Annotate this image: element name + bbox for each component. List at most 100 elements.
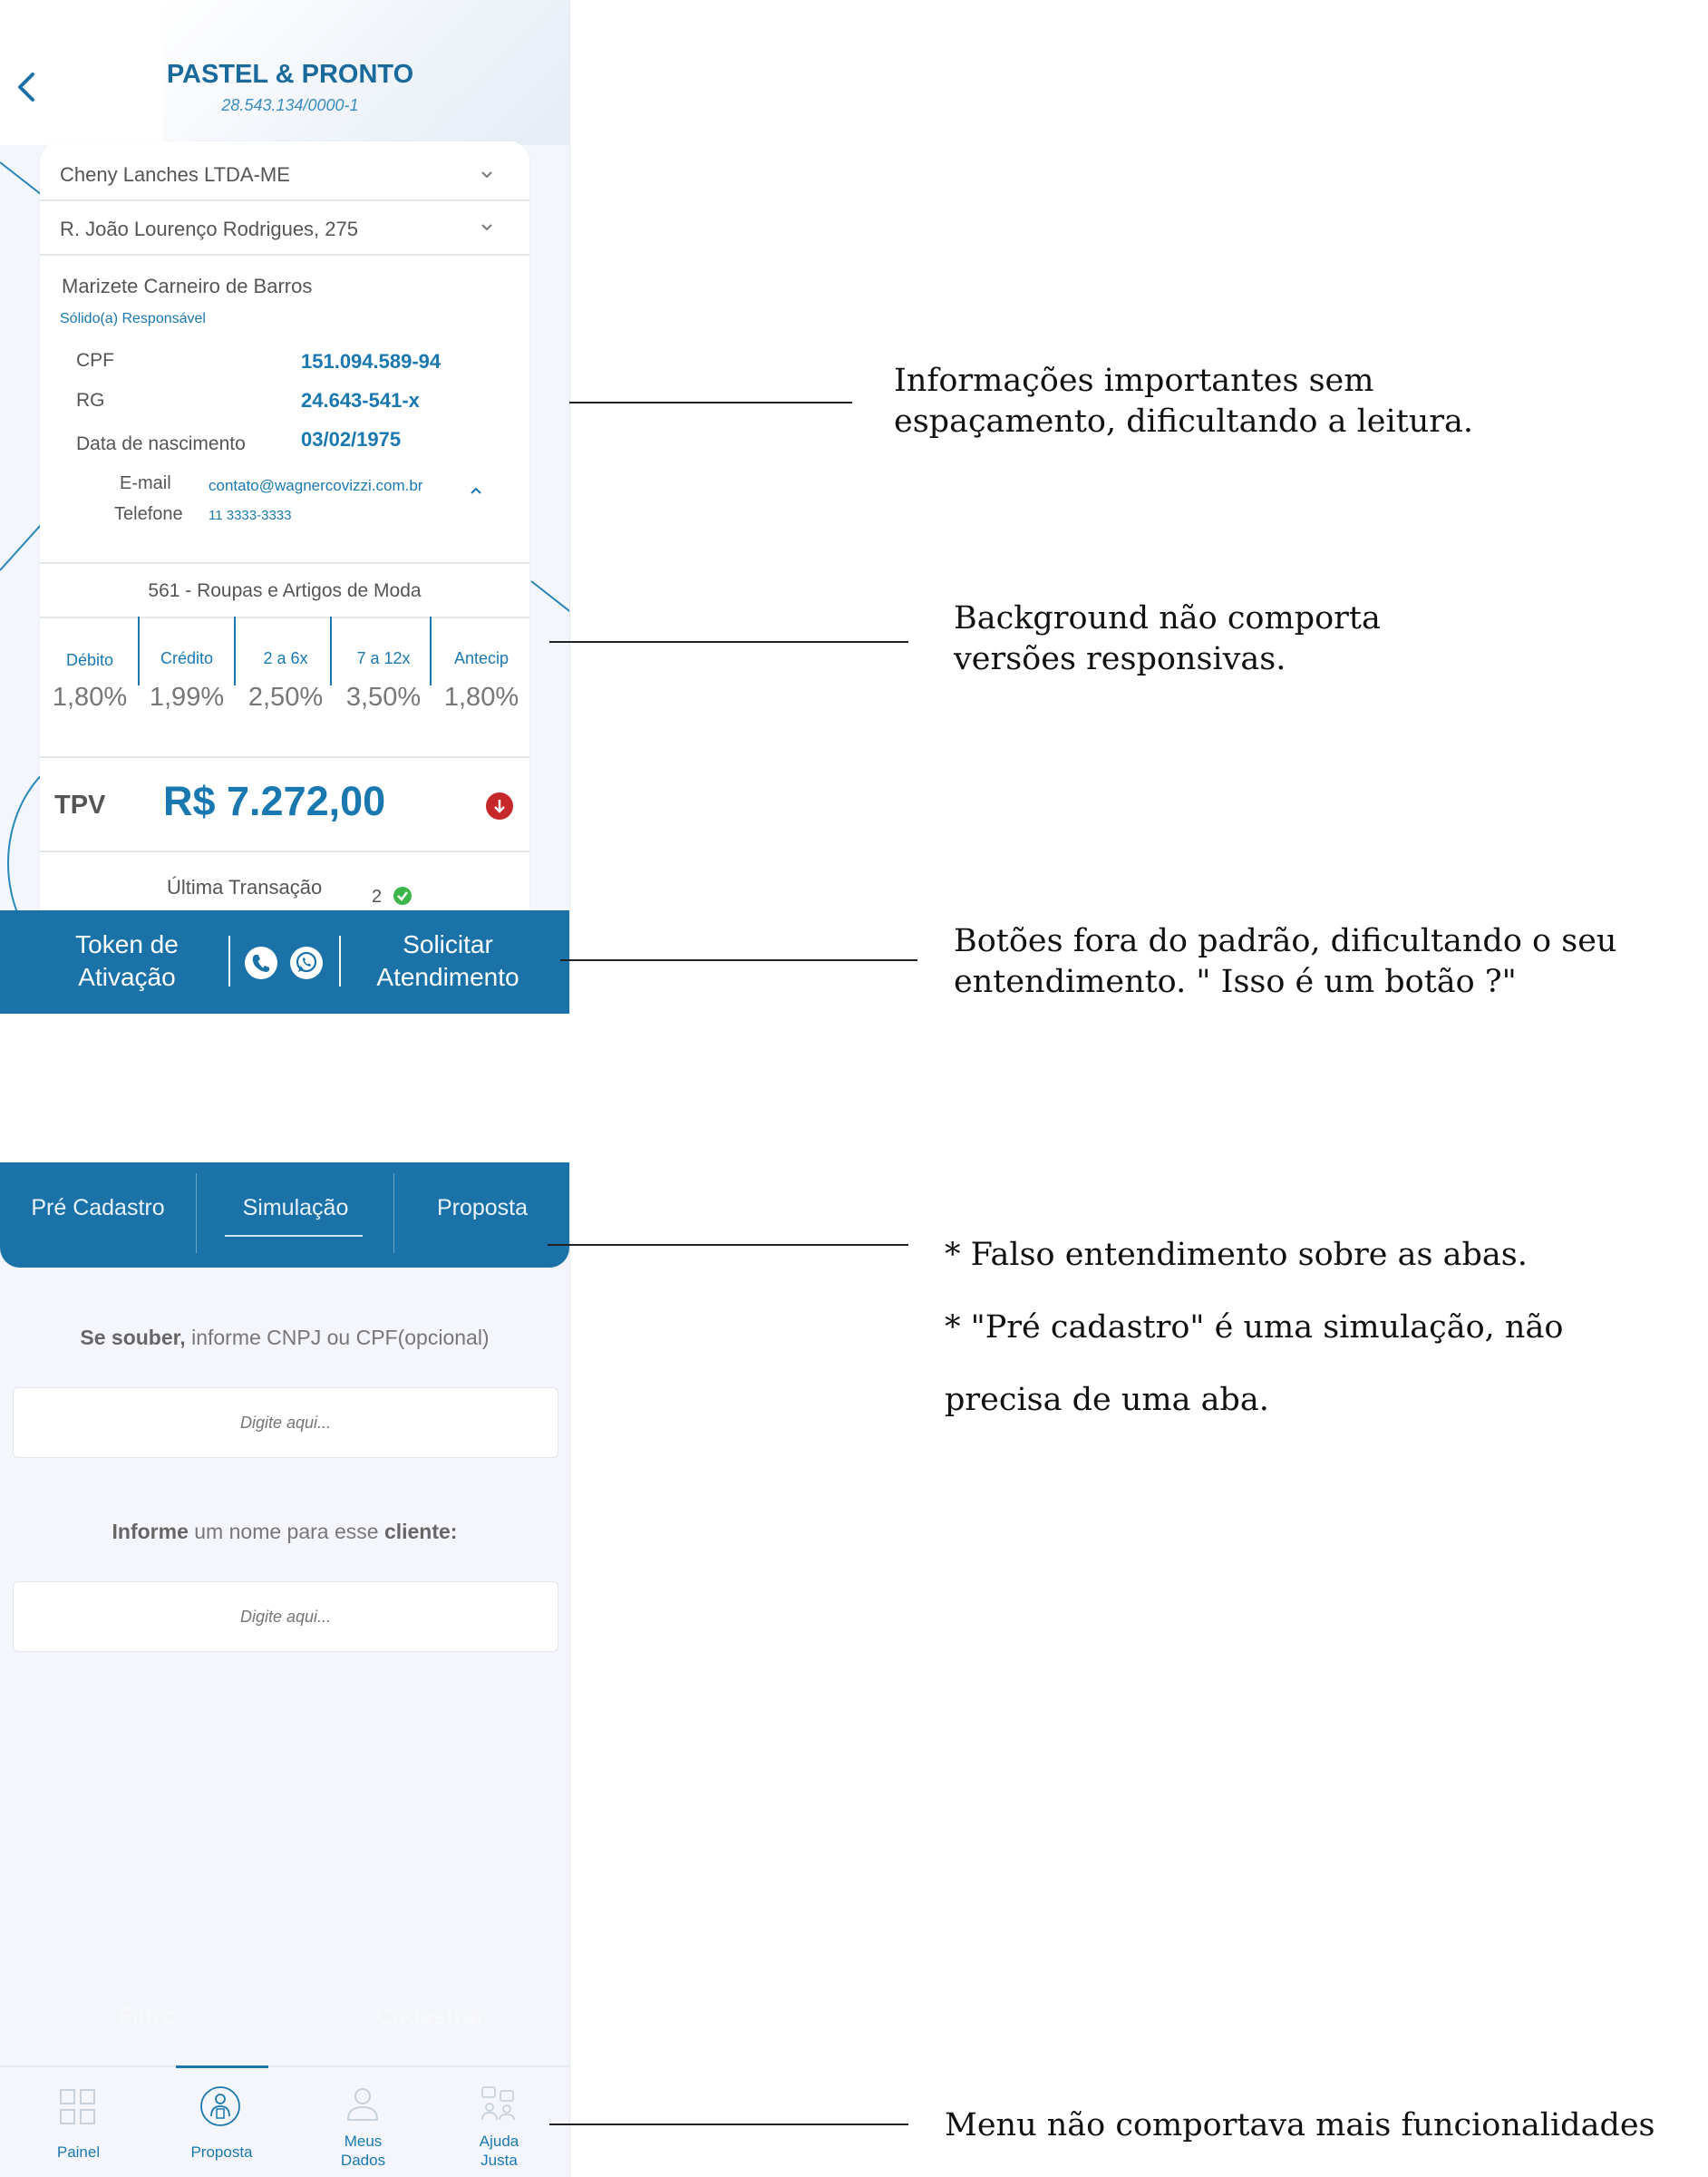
annotation-line: Background não comporta (954, 600, 1381, 637)
annotation-line: espaçamento, dificultando a leitura. (894, 403, 1474, 440)
token-activation-button[interactable]: Token de Ativação (36, 928, 218, 994)
chevron-up-icon[interactable] (470, 484, 482, 497)
request-support-button[interactable]: Solicitar Atendimento (355, 928, 540, 994)
help-people-icon (481, 2086, 515, 2121)
tpv-label: TPV (54, 791, 106, 820)
grid-icon (60, 2089, 95, 2124)
trend-down-icon (486, 792, 513, 820)
annotation-line: * "Pré cadastro" é uma simulação, não (945, 1309, 1564, 1346)
responsible-role: Sólido(a) Responsável (60, 311, 206, 326)
cpf-value: 151.094.589-94 (301, 350, 442, 373)
nav-proposta[interactable]: Proposta (150, 2067, 293, 2177)
user-icon (346, 2088, 379, 2121)
birth-value: 03/02/1975 (301, 428, 402, 451)
check-icon (393, 887, 412, 905)
company-select[interactable]: Cheny Lanches LTDA-ME (40, 141, 529, 201)
cpf-label: CPF (76, 350, 114, 371)
nav-meus-dados[interactable]: Meus Dados (292, 2067, 434, 2177)
filter-button[interactable]: Filtro (118, 2002, 177, 2030)
rate-2a6x: 2 a 6x 2,50% (236, 649, 335, 713)
rate-debito: Débito 1,80% (40, 651, 140, 713)
rate-value: 2,50% (247, 683, 324, 712)
annotation-background: Background não comporta versões responsi… (954, 598, 1381, 680)
register-button[interactable]: Cadastrar (375, 2002, 485, 2030)
merchant-card: Cheny Lanches LTDA-ME R. João Lourenço R… (40, 141, 529, 912)
whatsapp-icon (296, 951, 317, 973)
chevron-down-icon (481, 171, 492, 179)
document-label-rest: informe CNPJ ou CPF(opcional) (185, 1326, 490, 1349)
nav-label-line1: Meus (344, 2133, 383, 2150)
rate-value: 3,50% (345, 683, 422, 712)
screen-proposal-form: Pré Cadastro Simulação Proposta Se soube… (0, 1162, 570, 2177)
phone-label: Telefone (114, 504, 183, 524)
action-divider (228, 936, 230, 986)
tab-bar: Pré Cadastro Simulação Proposta (0, 1162, 569, 1268)
divider (40, 756, 529, 758)
page-title: PASTEL & PRONTO (166, 60, 414, 89)
birth-label: Data de nascimento (76, 433, 246, 454)
document-input[interactable] (13, 1387, 558, 1458)
rate-divider (330, 617, 332, 685)
tab-simulacao[interactable]: Simulação (198, 1195, 393, 1221)
annotation-line: Menu não comportava mais funcionalidades (945, 2107, 1655, 2143)
responsible-name: Marizete Carneiro de Barros (62, 275, 313, 297)
divider (40, 850, 529, 852)
divider (40, 562, 529, 564)
divider (40, 617, 529, 618)
support-button-line1: Solicitar (403, 930, 493, 958)
annotation-line: versões responsivas. (954, 641, 1286, 677)
rate-antecip: Antecip 1,80% (433, 649, 529, 713)
rg-value: 24.643-541-x (301, 389, 420, 412)
tab-proposta[interactable]: Proposta (395, 1195, 569, 1221)
tab-divider (196, 1173, 197, 1253)
address-select[interactable]: R. João Lourenço Rodrigues, 275 (40, 201, 529, 256)
tpv-value: R$ 7.272,00 (163, 778, 386, 824)
back-button[interactable] (13, 67, 40, 107)
tab-pre-cadastro[interactable]: Pré Cadastro (0, 1195, 196, 1221)
person-document-icon (200, 2086, 240, 2126)
nav-label-line2: Justa (480, 2152, 518, 2169)
email-value: contato@wagnercovizzi.com.br (209, 477, 423, 494)
phone-value: 11 3333-3333 (209, 508, 292, 523)
rate-credito: Crédito 1,99% (141, 649, 232, 713)
phone-call-button[interactable] (245, 947, 277, 979)
merchant-category: 561 - Roupas e Artigos de Moda (148, 580, 422, 601)
client-label-bold1: Informe (112, 1520, 189, 1543)
rate-label: Antecip (453, 649, 509, 667)
client-label-mid: um nome para esse (188, 1520, 384, 1543)
company-select-value: Cheny Lanches LTDA-ME (60, 163, 290, 186)
annotation-pointer (549, 2124, 908, 2125)
nav-label-line2: Dados (340, 2152, 386, 2169)
chevron-left-icon (18, 73, 34, 102)
annotation-buttons: Botões fora do padrão, dificultando o se… (954, 921, 1616, 1003)
rate-divider (138, 617, 140, 685)
client-label-bold2: cliente: (383, 1520, 458, 1543)
merchant-cnpj: 28.543.134/0000-1 (221, 96, 359, 114)
annotation-pointer (548, 1244, 908, 1246)
active-tab-indicator (225, 1235, 363, 1237)
annotation-line: * Falso entendimento sobre as abas. (945, 1237, 1528, 1273)
rate-7a12x: 7 a 12x 3,50% (334, 649, 433, 713)
nav-label: Painel (56, 2143, 101, 2161)
annotation-pointer (560, 959, 917, 961)
address-select-value: R. João Lourenço Rodrigues, 275 (60, 218, 358, 240)
annotation-pointer (549, 641, 908, 643)
rate-value: 1,80% (443, 683, 519, 712)
nav-ajuda-justa[interactable]: Ajuda Justa (428, 2067, 569, 2177)
rate-label: Crédito (160, 649, 214, 667)
annotation-line: entendimento. " Isso é um botão ?" (954, 964, 1517, 1000)
client-name-input[interactable] (13, 1581, 558, 1652)
decorative-line (0, 522, 44, 571)
annotation-tabs: * Falso entendimento sobre as abas. * "P… (945, 1219, 1563, 1436)
rate-value: 1,80% (52, 683, 128, 712)
document-field-label: Se souber, informe CNPJ ou CPF(opcional) (0, 1326, 569, 1350)
annotation-line: Informações importantes sem (894, 363, 1374, 399)
whatsapp-button[interactable] (290, 947, 323, 979)
token-button-line2: Ativação (78, 963, 176, 991)
nav-painel[interactable]: Painel (7, 2067, 150, 2177)
phone-icon (252, 955, 269, 972)
client-name-field-label: Informe um nome para esse cliente: (0, 1520, 569, 1544)
action-divider (339, 936, 341, 986)
action-bar: Token de Ativação Solicitar Atendimento (0, 910, 569, 1014)
decorative-line (530, 580, 569, 616)
